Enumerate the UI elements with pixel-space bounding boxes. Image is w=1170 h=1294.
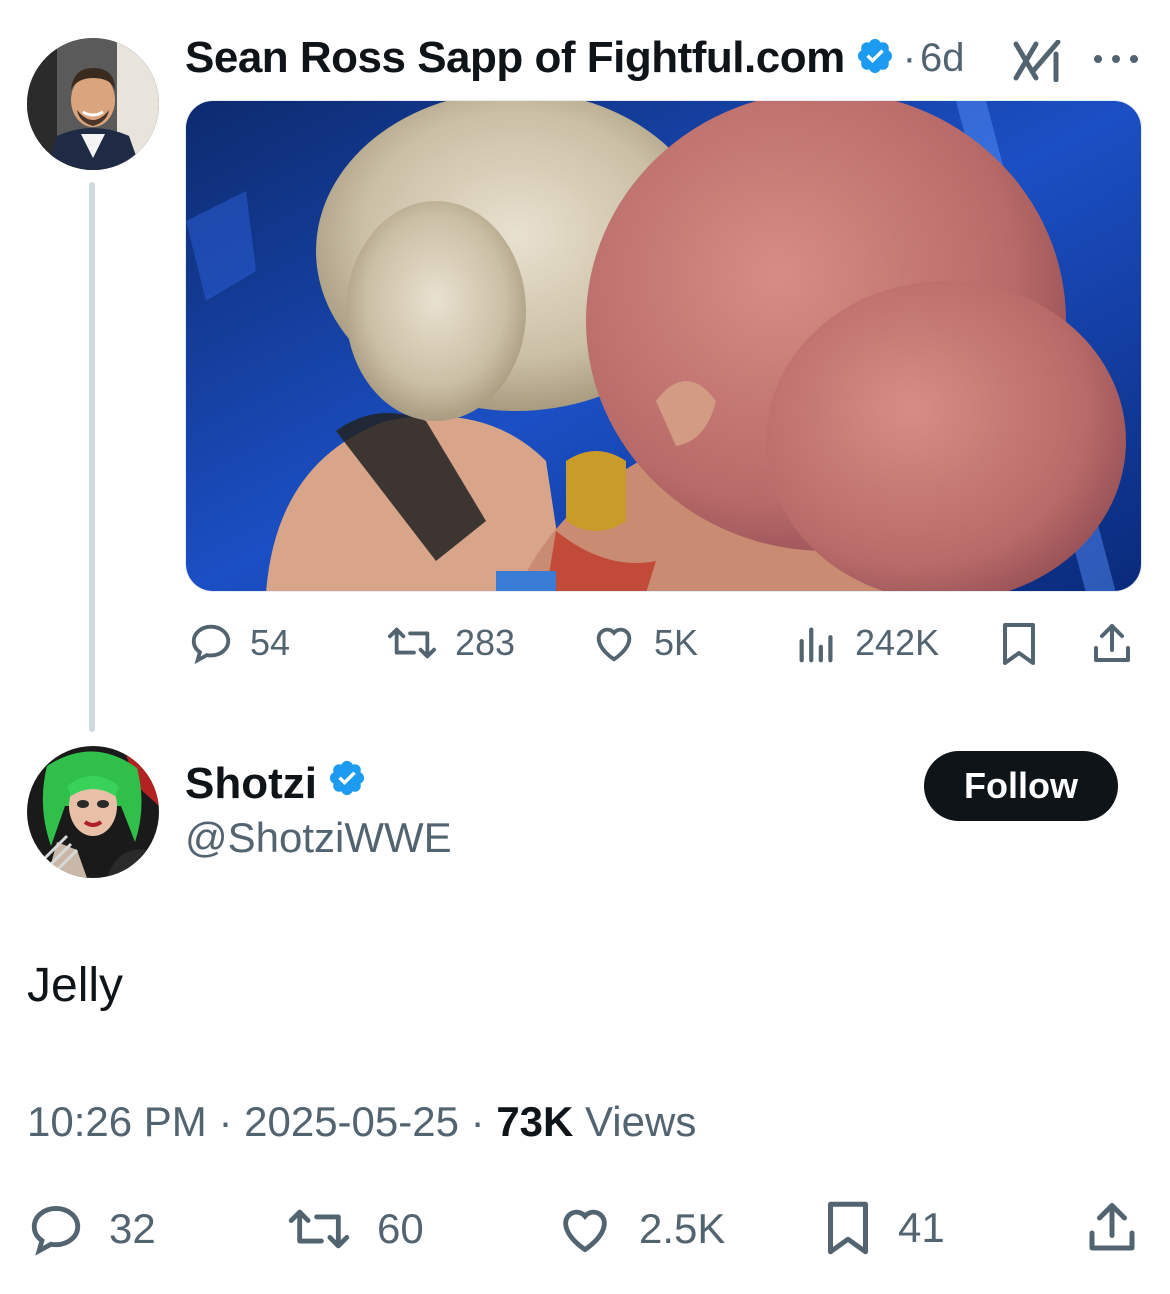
- thread-connector-line: [89, 182, 95, 732]
- parent-reply-action[interactable]: 54: [188, 620, 290, 666]
- reply-author-handle[interactable]: @ShotziWWE: [185, 814, 452, 862]
- parent-views-action[interactable]: 242K: [795, 620, 939, 666]
- reply-tweet-meta: 10:26 PM · 2025-05-25 · 73K Views: [27, 1098, 696, 1146]
- reply-author-avatar[interactable]: [27, 746, 159, 878]
- parent-repost-action[interactable]: 283: [385, 620, 515, 666]
- header-separator: ·: [902, 35, 917, 80]
- parent-tweet-age[interactable]: 6d: [920, 36, 965, 81]
- like-icon: [563, 1209, 607, 1253]
- parent-repost-count: 283: [455, 622, 516, 663]
- reply-reply-action[interactable]: 32: [27, 1200, 156, 1258]
- repost-icon: [388, 627, 436, 659]
- reply-bookmark-count: 41: [898, 1204, 945, 1251]
- parent-tweet-media[interactable]: [185, 100, 1142, 592]
- reply-views-label: Views: [585, 1098, 697, 1145]
- more-options-icon[interactable]: [1092, 52, 1140, 70]
- follow-button[interactable]: Follow: [924, 751, 1118, 821]
- repost-icon: [288, 1209, 350, 1249]
- parent-tweet-header: Sean Ross Sapp of Fightful.com · 6d: [185, 28, 965, 88]
- verified-badge-icon[interactable]: [855, 36, 895, 81]
- parent-author-avatar[interactable]: [27, 38, 159, 170]
- bookmark-icon: [1003, 623, 1035, 665]
- verified-badge-icon[interactable]: [327, 758, 367, 809]
- reply-author-name-row: Shotzi: [185, 758, 367, 809]
- share-icon: [1089, 1203, 1135, 1251]
- views-chart-icon: [799, 627, 833, 663]
- reply-repost-action[interactable]: 60: [285, 1200, 424, 1258]
- reply-tweet-time[interactable]: 10:26 PM: [27, 1098, 207, 1145]
- reply-like-action[interactable]: 2.5K: [555, 1200, 725, 1258]
- meta-separator: ·: [218, 1098, 233, 1145]
- grok-icon[interactable]: [1012, 39, 1064, 87]
- reply-icon: [31, 1206, 81, 1256]
- parent-view-count: 242K: [855, 622, 940, 663]
- bookmark-icon: [828, 1201, 868, 1255]
- reply-tweet-text: Jelly: [27, 959, 124, 1012]
- reply-bookmark-action[interactable]: 41: [822, 1198, 945, 1258]
- reply-like-count: 2.5K: [639, 1205, 726, 1252]
- reply-share-action[interactable]: [1082, 1198, 1142, 1258]
- parent-share-action[interactable]: [1088, 620, 1136, 668]
- parent-like-count: 5K: [654, 622, 699, 663]
- share-icon: [1094, 624, 1130, 662]
- parent-author-name[interactable]: Sean Ross Sapp of Fightful.com: [185, 33, 845, 83]
- parent-bookmark-action[interactable]: [998, 620, 1040, 668]
- reply-icon: [191, 624, 231, 665]
- parent-like-action[interactable]: 5K: [590, 620, 698, 666]
- reply-views-count: 73K: [496, 1098, 574, 1145]
- reply-author-name[interactable]: Shotzi: [185, 759, 317, 809]
- meta-separator: ·: [470, 1098, 485, 1145]
- reply-reply-count: 32: [109, 1205, 156, 1252]
- reply-repost-count: 60: [377, 1205, 424, 1252]
- parent-reply-count: 54: [250, 622, 291, 663]
- reply-tweet-date[interactable]: 2025-05-25: [244, 1098, 459, 1145]
- like-icon: [596, 627, 632, 662]
